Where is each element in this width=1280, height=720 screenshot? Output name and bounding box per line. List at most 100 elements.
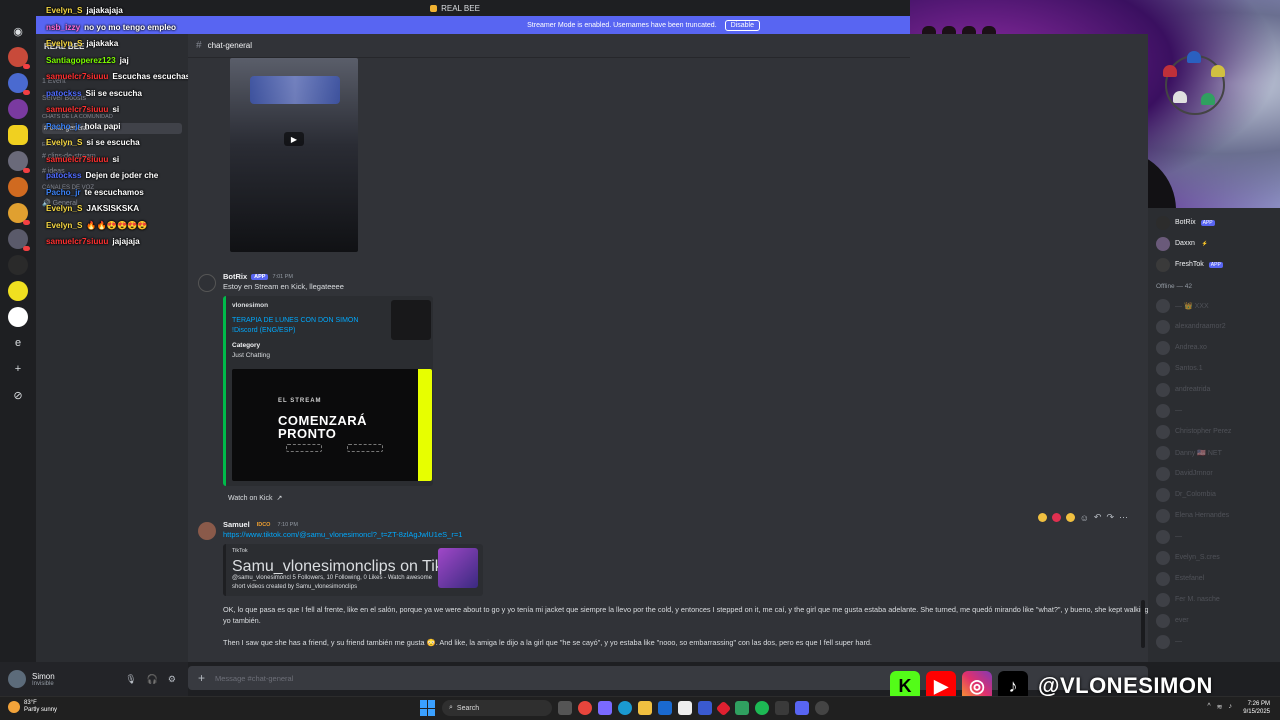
overlay-chat-message: jajakajaja [86, 6, 123, 15]
spotify-icon[interactable] [755, 701, 769, 715]
avatar[interactable] [8, 670, 26, 688]
member-item-offline[interactable]: — [1156, 400, 1272, 421]
file-explorer-icon[interactable] [638, 701, 652, 715]
settings-gear-icon[interactable]: ⚙ [168, 674, 176, 685]
overlay-chat-message: no yo mo tengo empleo [84, 22, 177, 32]
obs-icon[interactable] [815, 701, 829, 715]
avatar [1156, 487, 1170, 502]
overlay-chat-user: Evelyn_S [46, 220, 83, 230]
message-author[interactable]: BotRix [223, 272, 247, 281]
app-icon[interactable] [775, 701, 789, 715]
member-item-offline[interactable]: Danny 🇺🇸 NET [1156, 442, 1272, 463]
server-icon[interactable] [8, 229, 30, 251]
member-item[interactable]: FreshTok APP [1156, 254, 1272, 275]
server-icon[interactable] [8, 281, 28, 301]
discover-icon[interactable]: ⊘ [8, 385, 28, 405]
member-item-offline[interactable]: — [1156, 631, 1272, 652]
member-item-offline[interactable]: Christopher Perez [1156, 421, 1272, 442]
avatar[interactable] [198, 522, 216, 540]
headphones-icon[interactable]: 🎧 [147, 674, 158, 685]
member-item-offline[interactable]: Dr_Colombia [1156, 484, 1272, 505]
tiktok-link[interactable]: https://www.tiktok.com/@samu_vlonesimonc… [223, 529, 1138, 540]
member-name: — 👑 XXX [1175, 302, 1209, 310]
watch-on-kick-button[interactable]: Watch on Kick ↗ [228, 494, 282, 503]
embed-provider[interactable]: vlonesimon [232, 302, 268, 309]
video-attachment[interactable]: ▶ [230, 58, 358, 252]
volume-icon[interactable]: ♪ [1229, 703, 1233, 711]
message-header: Samuel IDCO 7:10 PM [223, 520, 1138, 529]
server-icon-active[interactable] [8, 125, 28, 145]
windows-taskbar: 83°F Partly sunny ⌕ Search ^ ≋ ♪ 7:26 PM… [0, 696, 1280, 720]
embed-title[interactable]: TERAPIA DE LUNES CON DON SIMON !Discord … [232, 316, 382, 336]
member-item-offline[interactable]: ever [1156, 610, 1272, 631]
server-icon[interactable] [8, 73, 30, 95]
avatar [1156, 592, 1170, 607]
user-tag: IDCO [256, 521, 271, 528]
weather-widget[interactable]: 83°F Partly sunny [8, 700, 57, 714]
app-icon[interactable] [698, 701, 712, 715]
member-name: Daxxn [1175, 240, 1195, 247]
member-name: — [1175, 533, 1182, 540]
discord-icon[interactable] [795, 701, 809, 715]
server-icon[interactable] [8, 177, 28, 197]
avatar [1156, 424, 1170, 439]
windows-start-icon[interactable] [420, 700, 436, 716]
kick-embed: vlonesimon TERAPIA DE LUNES CON DON SIMO… [223, 296, 433, 486]
overlay-chat-message: JAKSISKSKA [86, 204, 140, 213]
outlook-icon[interactable] [658, 701, 672, 715]
chrome-icon[interactable] [578, 701, 592, 715]
stream-preview-image[interactable]: EL STREAM COMENZARÁ PRONTO [232, 369, 432, 481]
microphone-icon[interactable]: 🎙 [125, 674, 136, 685]
message-botrix: BotRix APP 7:01 PM Estoy en Stream en Ki… [198, 272, 1138, 292]
image-text-big-2: PRONTO [278, 426, 337, 441]
edge-icon[interactable] [618, 701, 632, 715]
member-item-offline[interactable]: Santos.1 [1156, 358, 1272, 379]
clock-date: 9/15/2025 [1243, 709, 1270, 715]
user-info[interactable]: Simon Invisible [32, 672, 55, 687]
chat-scrollbar[interactable] [1141, 600, 1145, 648]
discord-home-icon[interactable]: ◉ [8, 21, 28, 41]
add-server-icon[interactable]: + [8, 359, 28, 379]
member-item-offline[interactable]: andreatrida [1156, 379, 1272, 400]
video-frame-lights [250, 76, 340, 104]
overlay-chat-message: 🔥🔥😍😍😍😍 [86, 220, 148, 230]
member-name: Christopher Perez [1175, 428, 1232, 435]
member-item-offline[interactable]: Fer M. nasche [1156, 589, 1272, 610]
avatar[interactable] [198, 274, 216, 292]
overlay-chat-message: jajajaja [112, 237, 140, 246]
chevron-up-icon[interactable]: ^ [1207, 703, 1210, 711]
taskbar-clock[interactable]: 7:26 PM 9/15/2025 [1243, 700, 1270, 716]
member-item-offline[interactable]: DavidJrnnor [1156, 463, 1272, 484]
overlay-chat-message: si [112, 154, 120, 164]
disable-streamer-mode-button[interactable]: Disable [724, 19, 760, 31]
copilot-icon[interactable] [598, 701, 612, 715]
user-panel: Simon Invisible 🎙 🎧 ⚙ [0, 662, 188, 696]
message-samuel: Samuel IDCO 7:10 PM https://www.tiktok.c… [198, 520, 1138, 540]
member-item-offline[interactable]: — [1156, 526, 1272, 547]
store-icon[interactable] [678, 701, 692, 715]
member-item-offline[interactable]: Elena Hernandes [1156, 505, 1272, 526]
member-item-offline[interactable]: Estefanel [1156, 568, 1272, 589]
server-icon[interactable] [8, 47, 30, 69]
add-attachment-icon[interactable]: + [198, 671, 205, 685]
network-icon[interactable]: ≋ [1217, 703, 1223, 711]
server-icon[interactable] [8, 99, 28, 119]
play-icon[interactable]: ▶ [284, 132, 304, 146]
member-item[interactable]: BotRix APP [1156, 212, 1272, 233]
app-icon[interactable] [735, 701, 749, 715]
member-item-offline[interactable]: Evelyn_S.cres [1156, 547, 1272, 568]
message-author[interactable]: Samuel [223, 520, 250, 529]
app-icon[interactable] [715, 700, 732, 716]
member-item[interactable]: Daxxn ⚡ [1156, 233, 1272, 254]
member-item-offline[interactable]: — 👑 XXX [1156, 295, 1272, 316]
server-icon[interactable] [8, 151, 30, 173]
task-view-icon[interactable] [558, 701, 572, 715]
server-icon[interactable] [8, 203, 30, 225]
server-icon[interactable] [8, 307, 28, 327]
member-item-offline[interactable]: Andrea.xo [1156, 337, 1272, 358]
member-item-offline[interactable]: alexandraamor2 [1156, 316, 1272, 337]
avatar [1156, 508, 1170, 523]
server-icon[interactable] [8, 255, 28, 275]
taskbar-search[interactable]: ⌕ Search [442, 700, 552, 716]
server-letter-icon[interactable]: e [8, 333, 28, 353]
